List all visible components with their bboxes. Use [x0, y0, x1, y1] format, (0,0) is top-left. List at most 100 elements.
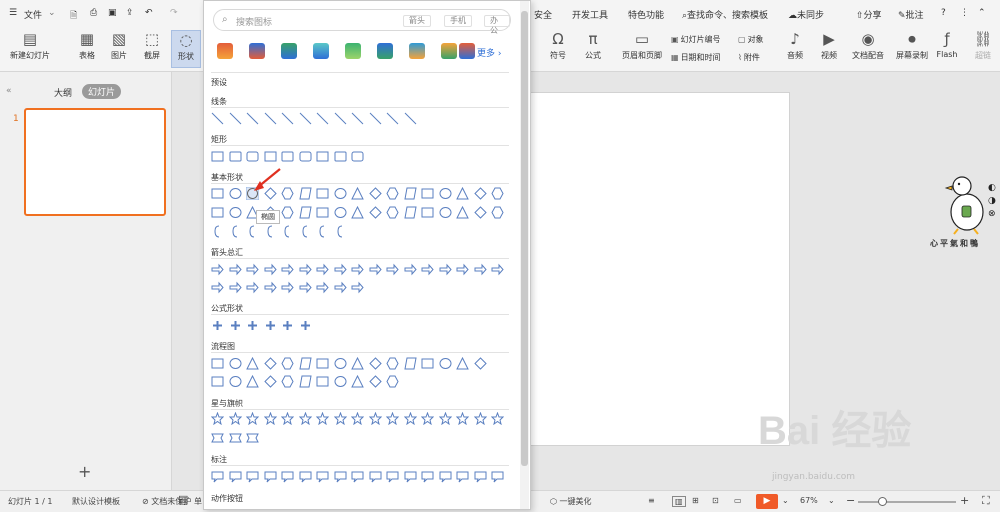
- basic-shape[interactable]: [281, 206, 294, 219]
- flowchart-shape[interactable]: [281, 375, 294, 388]
- basic-shape[interactable]: [439, 206, 452, 219]
- basic-shape[interactable]: [386, 187, 399, 200]
- mini-tool-icon-1[interactable]: ◐: [988, 182, 1000, 195]
- rectangle-shape[interactable]: [299, 150, 312, 163]
- flowchart-shape[interactable]: [316, 357, 329, 370]
- callout-shape[interactable]: [491, 470, 504, 483]
- basic-shape[interactable]: [316, 206, 329, 219]
- new-slide-button[interactable]: ▤ 新建幻灯片: [8, 30, 52, 61]
- flowchart-shape[interactable]: [351, 357, 364, 370]
- rectangle-shape[interactable]: [351, 150, 364, 163]
- equation-shape[interactable]: [299, 319, 312, 332]
- bracket-shape[interactable]: [334, 225, 347, 238]
- star-shape[interactable]: [228, 412, 242, 425]
- narration-button[interactable]: ◉ 文档配音: [848, 30, 888, 61]
- screenshot-button[interactable]: ⬚ 截屏: [138, 30, 166, 61]
- arrow-shape[interactable]: [421, 263, 434, 276]
- redo-icon[interactable]: ↷: [170, 8, 178, 18]
- star-shape[interactable]: [281, 412, 294, 425]
- callout-shape[interactable]: [369, 470, 382, 483]
- basic-shape[interactable]: [491, 187, 504, 200]
- annotate-button[interactable]: ✎批注: [898, 8, 924, 21]
- formula-button[interactable]: π 公式: [580, 30, 606, 61]
- basic-shape[interactable]: [421, 187, 434, 200]
- basic-shape[interactable]: [439, 187, 452, 200]
- callout-shape[interactable]: [351, 470, 364, 483]
- undo-icon[interactable]: ↶: [145, 8, 153, 18]
- zoom-in-button[interactable]: +: [960, 494, 969, 507]
- team-icon[interactable]: [409, 43, 425, 59]
- basic-shape[interactable]: [421, 206, 434, 219]
- header-footer-button[interactable]: ▭ 页眉和页脚: [619, 30, 665, 61]
- align-icon[interactable]: ≡: [648, 496, 655, 505]
- callout-shape[interactable]: [316, 470, 329, 483]
- line-shape[interactable]: [404, 112, 417, 125]
- tab-slides[interactable]: 幻灯片: [82, 84, 122, 99]
- arrow-shape[interactable]: [334, 263, 347, 276]
- star-shape[interactable]: [438, 412, 452, 425]
- icon-search-box[interactable]: ⌕ 搜索图标 箭头 手机 办公: [213, 9, 511, 35]
- rectangle-shape[interactable]: [281, 150, 294, 163]
- virus-icon[interactable]: [345, 43, 361, 59]
- notes-tab[interactable]: 单: [194, 496, 202, 507]
- line-shape[interactable]: [351, 112, 364, 125]
- flowchart-shape[interactable]: [439, 357, 452, 370]
- command-search[interactable]: ⌕查找命令、搜索模板: [682, 8, 768, 21]
- line-shape[interactable]: [281, 112, 294, 125]
- play-options-icon[interactable]: ⌄: [782, 496, 789, 505]
- equation-shape[interactable]: [229, 319, 242, 332]
- tab-security[interactable]: 安全: [534, 8, 552, 21]
- rectangle-shape[interactable]: [211, 150, 224, 163]
- zoom-slider[interactable]: [858, 501, 956, 503]
- more-icons-link[interactable]: 更多 ›: [477, 46, 501, 59]
- star-shape[interactable]: [386, 412, 399, 425]
- slide-thumbnail[interactable]: [24, 108, 166, 216]
- arrow-shape[interactable]: [456, 263, 469, 276]
- equation-shape[interactable]: [281, 319, 294, 332]
- menu-icon[interactable]: ☰: [9, 8, 17, 18]
- arrow-shape[interactable]: [351, 263, 364, 276]
- print-icon[interactable]: ⎙: [90, 8, 97, 18]
- object-button[interactable]: ▢ 对象: [738, 34, 764, 45]
- star-shape[interactable]: [473, 412, 487, 425]
- star-shape[interactable]: [403, 412, 417, 425]
- flowchart-shape[interactable]: [298, 357, 312, 370]
- line-shape[interactable]: [316, 112, 329, 125]
- callout-shape[interactable]: [211, 470, 224, 483]
- scrollbar-thumb[interactable]: [521, 11, 528, 466]
- callout-shape[interactable]: [404, 470, 417, 483]
- arrow-shape[interactable]: [211, 263, 224, 276]
- star-shape[interactable]: [368, 412, 382, 425]
- slide-number-button[interactable]: ▣ 幻灯片编号: [671, 34, 721, 45]
- callout-shape[interactable]: [281, 470, 294, 483]
- basic-shape[interactable]: [211, 187, 224, 200]
- bracket-shape[interactable]: [264, 225, 277, 238]
- basic-shape[interactable]: [351, 206, 364, 219]
- callout-shape[interactable]: [386, 470, 399, 483]
- mini-tool-icon-3[interactable]: ⊗: [988, 208, 1000, 221]
- basic-shape[interactable]: [316, 187, 329, 200]
- rectangle-shape[interactable]: [229, 150, 242, 163]
- basic-shape[interactable]: [386, 206, 399, 219]
- fit-window-icon[interactable]: ⛶: [982, 494, 990, 508]
- tab-outline[interactable]: 大纲: [54, 86, 72, 99]
- normal-view-icon[interactable]: ▥: [672, 496, 686, 507]
- line-shape[interactable]: [386, 112, 399, 125]
- banner-shape[interactable]: [211, 431, 224, 444]
- line-shape[interactable]: [334, 112, 347, 125]
- callout-shape[interactable]: [229, 470, 242, 483]
- basic-shape[interactable]: [298, 206, 312, 219]
- play-slideshow-button[interactable]: ▶: [756, 494, 778, 509]
- callout-shape[interactable]: [474, 470, 487, 483]
- screen-record-button[interactable]: ⏺ 屏幕录制: [892, 30, 932, 61]
- equation-shape[interactable]: [211, 319, 224, 332]
- arrow-shape[interactable]: [299, 263, 312, 276]
- flowchart-shape[interactable]: [211, 375, 224, 388]
- line-shape[interactable]: [246, 112, 259, 125]
- panel-scrollbar[interactable]: [520, 1, 529, 509]
- callout-shape[interactable]: [456, 470, 469, 483]
- slide-canvas[interactable]: [530, 92, 790, 446]
- flowchart-shape[interactable]: [473, 357, 487, 370]
- banner-shape[interactable]: [246, 431, 259, 444]
- basic-shape[interactable]: [456, 206, 469, 219]
